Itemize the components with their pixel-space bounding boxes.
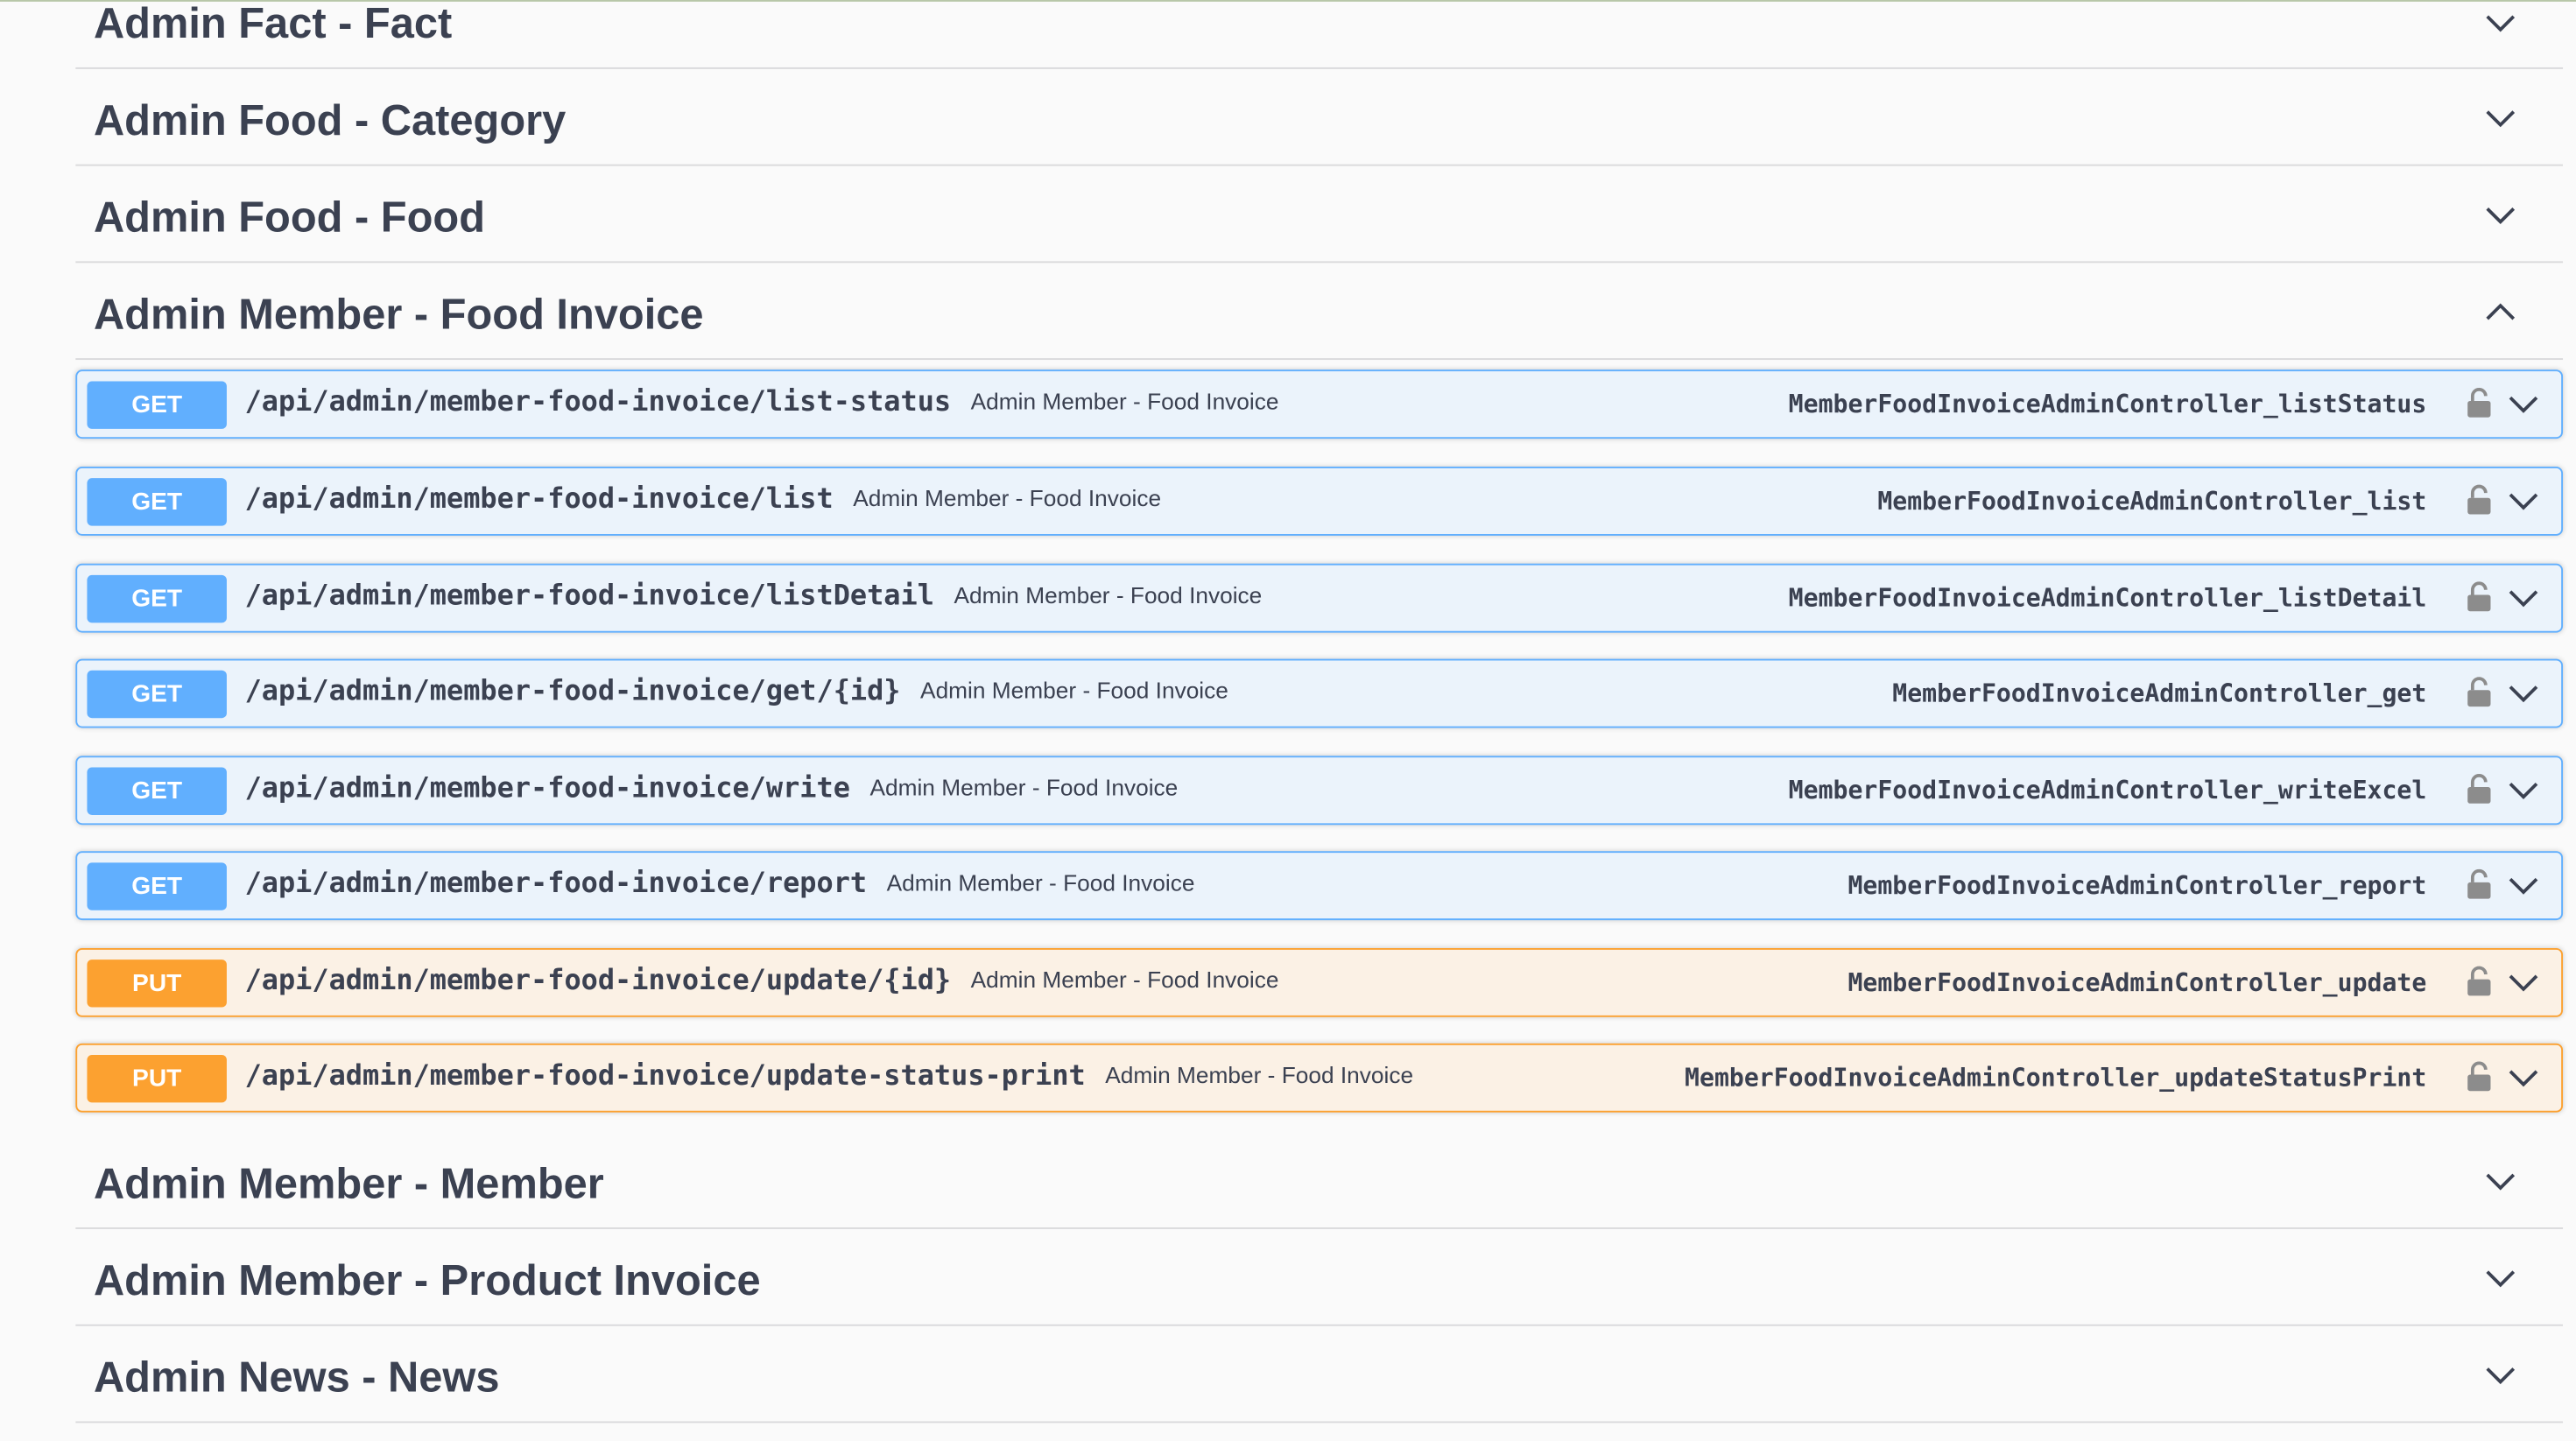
operation-path: /api/admin/member-food-invoice/update/{i… [245,965,1279,998]
chevron-down-icon[interactable] [2484,1165,2517,1198]
operation-path: /api/admin/member-food-invoice/update-st… [245,1060,1414,1093]
chevron-down-icon[interactable] [2484,102,2517,135]
chevron-down-icon[interactable] [2507,388,2540,421]
operation-id: MemberFoodInvoiceAdminController_writeEx… [1788,775,2427,805]
lock-icon[interactable] [2464,1060,2494,1093]
operation-path: /api/admin/member-food-invoice/list-stat… [245,386,1279,419]
path-text: /api/admin/member-food-invoice/list-stat… [244,386,952,419]
operation-id: MemberFoodInvoiceAdminController_listSta… [1788,389,2427,419]
operation-put-update[interactable]: PUT /api/admin/member-food-invoice/updat… [75,947,2564,1017]
operation-get-report[interactable]: GET /api/admin/member-food-invoice/repor… [75,851,2564,921]
tag-admin-fact-fact[interactable]: Admin Fact - Fact [75,0,2564,69]
chevron-down-icon[interactable] [2484,1262,2517,1295]
lock-icon[interactable] [2464,483,2494,517]
path-text: /api/admin/member-food-invoice/update/{i… [244,964,952,998]
path-text: /api/admin/member-food-invoice/list [244,482,834,517]
path-text: /api/admin/member-food-invoice/get/{id} [244,675,901,708]
operation-get-write[interactable]: GET /api/admin/member-food-invoice/write… [75,756,2564,826]
tag-title: Admin Member - Member [93,1158,604,1208]
lock-icon[interactable] [2464,580,2494,614]
operation-get-list-status[interactable]: GET /api/admin/member-food-invoice/list-… [75,369,2564,439]
operation-path: /api/admin/member-food-invoice/report Adm… [245,868,1195,901]
chevron-down-icon[interactable] [2484,7,2517,40]
path-text: /api/admin/member-food-invoice/write [244,772,850,805]
tag-admin-food-category[interactable]: Admin Food - Category [75,69,2564,166]
operation-get-list[interactable]: GET /api/admin/member-food-invoice/list A… [75,467,2564,536]
tag-title: Admin News - News [93,1352,500,1402]
operation-description: Admin Member - Food Invoice [970,966,1279,993]
chevron-down-icon[interactable] [2507,774,2540,807]
chevron-down-icon[interactable] [2484,199,2517,232]
swagger-operations-view: Admin Fact - Fact Admin Food - Category … [0,0,2576,1441]
operation-get-list-detail[interactable]: GET /api/admin/member-food-invoice/listD… [75,563,2564,633]
chevron-down-icon[interactable] [2507,967,2540,1000]
operation-id: MemberFoodInvoiceAdminController_list [1877,486,2427,517]
operation-description: Admin Member - Food Invoice [853,484,1162,511]
operation-path: /api/admin/member-food-invoice/get/{id} A… [245,675,1228,708]
method-badge: PUT [87,1054,227,1103]
chevron-down-icon[interactable] [2507,581,2540,615]
method-badge: GET [87,670,227,719]
operation-path: /api/admin/member-food-invoice/write Admi… [245,772,1179,805]
chevron-down-icon[interactable] [2507,485,2540,518]
operation-put-update-status-print[interactable]: PUT /api/admin/member-food-invoice/updat… [75,1043,2564,1113]
lock-icon[interactable] [2464,965,2494,998]
lock-icon[interactable] [2464,386,2494,419]
lock-icon[interactable] [2464,868,2494,901]
operation-description: Admin Member - Food Invoice [920,677,1228,704]
operation-id: MemberFoodInvoiceAdminController_update [1848,967,2427,998]
tag-title: Admin Fact - Fact [93,0,453,48]
chevron-down-icon[interactable] [2484,1359,2517,1392]
operation-id: MemberFoodInvoiceAdminController_updateS… [1685,1063,2427,1093]
tag-title: Admin Food - Category [93,95,567,145]
operation-description: Admin Member - Food Invoice [886,868,1195,896]
operation-path: /api/admin/member-food-invoice/listDetai… [245,580,1263,614]
method-badge: GET [87,862,227,910]
chevron-up-icon[interactable] [2484,296,2517,329]
operation-id: MemberFoodInvoiceAdminController_get [1892,678,2427,708]
tag-admin-news-news[interactable]: Admin News - News [75,1326,2564,1423]
tag-admin-member-member[interactable]: Admin Member - Member [75,1132,2564,1229]
tag-title: Admin Member - Product Invoice [93,1255,761,1305]
tag-admin-member-food-invoice[interactable]: Admin Member - Food Invoice [75,263,2564,361]
chevron-down-icon[interactable] [2507,677,2540,710]
path-text: /api/admin/member-food-invoice/report [244,868,868,901]
operation-get-by-id[interactable]: GET /api/admin/member-food-invoice/get/{… [75,658,2564,728]
path-text: /api/admin/member-food-invoice/listDetai… [244,580,934,614]
operation-description: Admin Member - Food Invoice [1105,1061,1414,1088]
lock-icon[interactable] [2464,675,2494,708]
tag-title: Admin Member - Food Invoice [93,289,704,339]
tag-admin-food-food[interactable]: Admin Food - Food [75,166,2564,264]
operation-id: MemberFoodInvoiceAdminController_report [1848,870,2427,901]
method-badge: GET [87,767,227,815]
operation-description: Admin Member - Food Invoice [970,387,1279,414]
lock-icon[interactable] [2464,772,2494,805]
operation-path: /api/admin/member-food-invoice/list Admin… [245,483,1162,517]
method-badge: GET [87,478,227,526]
method-badge: GET [87,381,227,429]
method-badge: GET [87,574,227,623]
chevron-down-icon[interactable] [2507,869,2540,903]
operation-id: MemberFoodInvoiceAdminController_listDet… [1788,583,2427,614]
tag-admin-member-product-invoice[interactable]: Admin Member - Product Invoice [75,1229,2564,1326]
operation-description: Admin Member - Food Invoice [954,581,1263,608]
path-text: /api/admin/member-food-invoice/update-st… [244,1059,1086,1093]
chevron-down-icon[interactable] [2507,1061,2540,1094]
method-badge: PUT [87,959,227,1008]
operation-description: Admin Member - Food Invoice [869,774,1179,801]
tag-title: Admin Food - Food [93,192,486,242]
